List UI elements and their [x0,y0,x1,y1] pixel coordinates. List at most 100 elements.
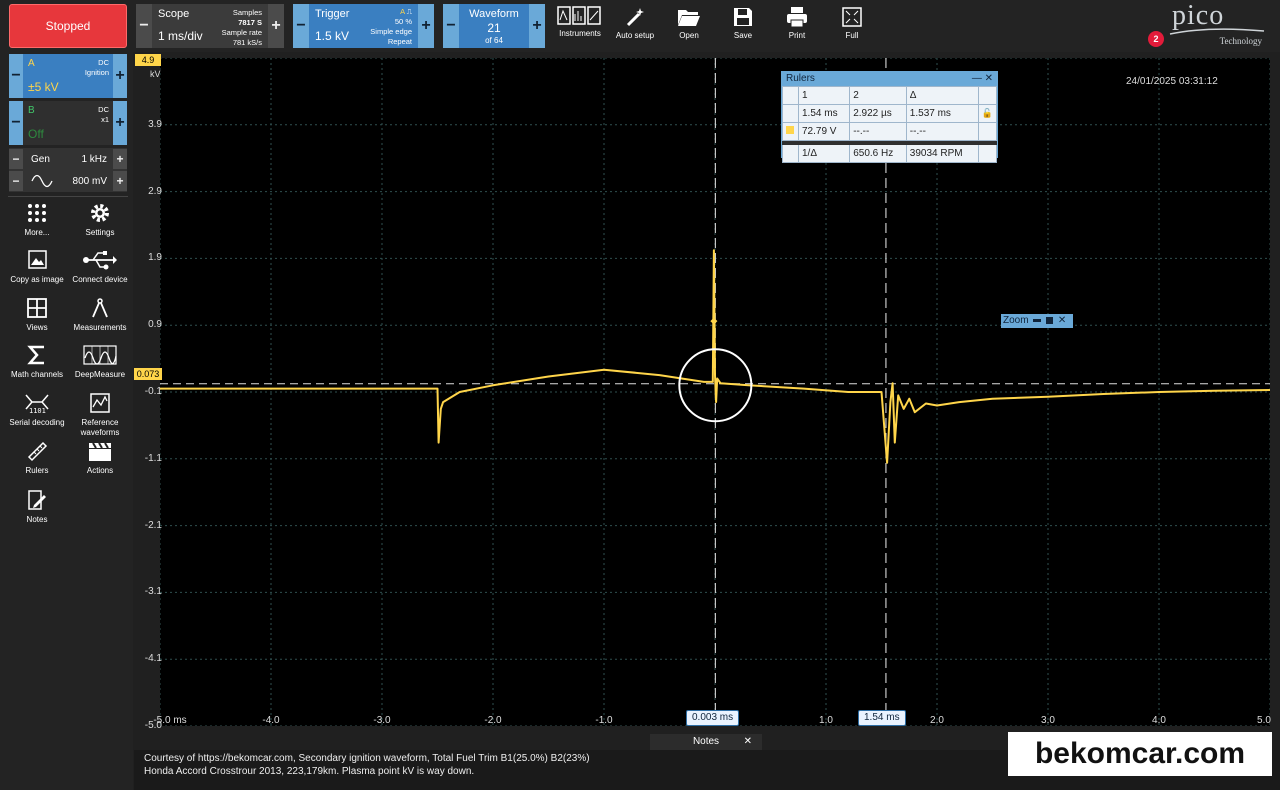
channel-a-range[interactable]: ±5 kV [28,80,59,94]
start-stop-button[interactable]: Stopped [9,4,127,48]
deepmeasure-button[interactable]: DeepMeasure [69,344,131,390]
caliper-icon [92,298,108,318]
sample-rate-label: Sample rate [221,28,262,37]
serial-decoding-button[interactable]: 1101 Serial decoding [6,392,68,438]
notes-button[interactable]: Notes [6,489,68,535]
magic-wand-icon [626,8,644,27]
actions-button[interactable]: Actions [69,440,131,486]
notification-badge[interactable]: 2 [1148,31,1164,47]
folder-open-icon [678,10,700,26]
settings-button[interactable]: Settings [69,202,131,248]
trigger-decrease-button[interactable]: − [293,4,309,48]
ruler-time-delta: 1.537 ms [905,104,979,123]
image-icon [28,250,47,269]
x-tick-label: -3.0 [373,715,391,726]
notes-tab[interactable]: Notes ✕ [650,734,762,750]
measurements-button[interactable]: Measurements [69,297,131,343]
gen-frequency[interactable]: 1 kHz [81,154,107,165]
minimize-icon[interactable]: — [972,73,982,84]
print-button[interactable]: Print [772,2,822,50]
logo-swoosh-icon [1169,28,1265,35]
notes-line-2[interactable]: Honda Accord Crosstrour 2013, 223,179km.… [144,766,474,777]
floppy-icon [734,8,752,26]
timebase-value[interactable]: 1 ms/div [158,29,203,43]
timebase-increase-button[interactable]: + [268,4,284,48]
serial-decoding-label: Serial decoding [9,418,65,427]
auto-setup-button[interactable]: Auto setup [610,2,660,50]
series-line-channel-a [160,249,1271,464]
trigger-mode[interactable]: Repeat [370,37,412,47]
scope-plot[interactable] [159,57,1271,727]
printer-icon [787,7,807,28]
scope-control: − Scope 1 ms/div Samples 7817 S Sample r… [136,4,284,48]
channel-b-probe[interactable]: x1 [98,115,109,125]
trigger-level-value[interactable]: 1.5 kV [315,29,349,43]
open-button[interactable]: Open [664,2,714,50]
channel-b-range[interactable]: Off [28,127,44,141]
gen-freq-decrease-button[interactable]: − [9,149,23,169]
rulers-button[interactable]: Rulers [6,440,68,486]
waveform-control: − Waveform 21 of 64 + [443,4,545,48]
restore-icon[interactable] [1046,316,1054,324]
ref-wave-icon [90,393,110,413]
fullscreen-button[interactable]: Full [827,2,877,50]
reference-waveforms-button[interactable]: Reference waveforms [69,392,131,438]
timebase-decrease-button[interactable]: − [136,4,152,48]
rulers-panel[interactable]: Rulers — ✕ 1 2 Δ 1.54 ms 2.922 µs 1.537 … [781,71,998,163]
waveform-prev-button[interactable]: − [443,4,459,48]
channel-b-increase-button[interactable]: + [113,101,127,145]
samples-value[interactable]: 7817 S [222,18,262,28]
copy-as-image-button[interactable]: Copy as image [6,249,68,295]
grid-icon [27,298,47,318]
channel-b-decrease-button[interactable]: − [9,101,23,145]
math-channels-button[interactable]: Math channels [6,344,68,390]
gen-amp-increase-button[interactable]: + [113,171,127,191]
connect-device-button[interactable]: Connect device [69,249,131,295]
zoom-overview-chip[interactable]: Zoom ✕ [1001,314,1073,328]
channel-b-coupling[interactable]: DC [98,105,109,115]
rulers-panel-title: Rulers [786,73,815,84]
y-axis-top-marker[interactable]: 4.9 [135,54,161,66]
signal-generator-control: − Gen 1 kHz + − 800 mV + [9,148,127,192]
ruler-1-time-label[interactable]: 0.003 ms [686,710,740,726]
ruler-time-1: 1.54 ms [797,104,851,123]
deepmeasure-label: DeepMeasure [74,370,126,379]
rising-edge-icon: ⎍ [406,7,412,16]
close-icon[interactable]: ✕ [1058,315,1066,326]
waveform-number[interactable]: 21 [459,21,529,35]
waveform-next-button[interactable]: + [529,4,545,48]
views-button[interactable]: Views [6,297,68,343]
channel-a-increase-button[interactable]: + [113,54,127,98]
ruler-time-2: 2.922 µs [849,104,907,123]
trigger-increase-button[interactable]: + [418,4,434,48]
y-axis-cursor-marker[interactable]: 0.073 [134,368,162,380]
close-icon[interactable]: ✕ [985,73,993,84]
channel-a-coupling[interactable]: DC [85,58,109,68]
rulers-panel-header[interactable]: Rulers — ✕ [782,72,997,86]
print-label: Print [788,31,806,40]
gen-freq-increase-button[interactable]: + [113,149,127,169]
channel-a-decrease-button[interactable]: − [9,54,23,98]
save-button[interactable]: Save [718,2,768,50]
y-tick-label: -4.1 [144,653,162,665]
samples-label: Samples [232,8,262,17]
x-tick-label: -5.0 ms [153,715,187,726]
channel-b-name[interactable]: B [28,105,35,116]
trigger-channel[interactable]: A [400,7,405,16]
channel-a-probe[interactable]: Ignition [85,68,109,78]
channel-a-name[interactable]: A [28,58,35,69]
x-tick-label: 1.0 [819,715,833,726]
trigger-type[interactable]: Simple edge [370,27,412,37]
minimize-icon[interactable] [1033,318,1042,322]
svg-text:1101: 1101 [29,407,46,414]
waveform-canvas [159,57,1271,727]
more-button[interactable]: More... [6,202,68,248]
lock-icon[interactable]: 🔓 [977,104,998,123]
notes-line-1[interactable]: Courtesy of https://bekomcar.com, Second… [144,753,590,764]
instruments-button[interactable]: Instruments [555,2,605,50]
close-icon[interactable]: ✕ [744,734,752,750]
ruler-2-time-label[interactable]: 1.54 ms [858,710,906,726]
gen-amplitude[interactable]: 800 mV [73,176,107,187]
gen-amp-decrease-button[interactable]: − [9,171,23,191]
reference-waveforms-label: Reference waveforms [80,418,120,437]
